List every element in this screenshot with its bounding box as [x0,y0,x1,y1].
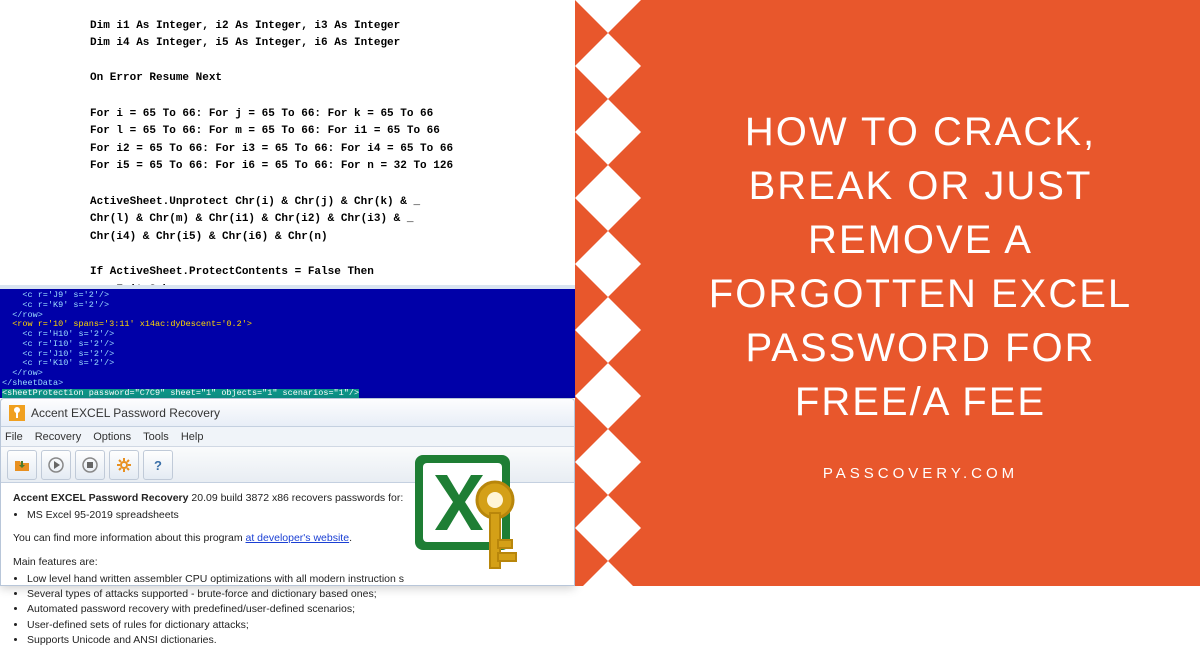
xml-line: </row> [2,368,43,378]
excel-key-icon [395,430,545,580]
code-line: On Error Resume Next [90,72,222,84]
right-column: HOW TO CRACK, BREAK OR JUST REMOVE A FOR… [575,0,1200,586]
hero-panel: HOW TO CRACK, BREAK OR JUST REMOVE A FOR… [641,0,1200,586]
feature-item: Automated password recovery with predefi… [27,602,562,617]
xml-line: </row> [2,310,43,320]
xml-line: <c r='K10' s='2'/> [2,358,114,368]
settings-button[interactable] [109,450,139,480]
hero-title: HOW TO CRACK, BREAK OR JUST REMOVE A FOR… [691,105,1150,429]
feature-item: Supports Unicode and ANSI dictionaries. [27,633,562,648]
xml-line: <c r='K9' s='2'/> [2,300,109,310]
xml-line: <c r='J9' s='2'/> [2,290,109,300]
menu-options[interactable]: Options [93,431,131,443]
feature-item: Several types of attacks supported - bru… [27,587,562,602]
left-column: Dim i1 As Integer, i2 As Integer, i3 As … [0,0,575,586]
stop-button[interactable] [75,450,105,480]
xml-line: <c r='H10' s='2'/> [2,329,114,339]
window-title: Accent EXCEL Password Recovery [31,406,220,420]
code-line: For i = 65 To 66: For j = 65 To 66: For … [90,108,433,120]
menu-file[interactable]: File [5,431,23,443]
info-suffix: . [349,532,352,544]
heading-suffix: 20.09 build 3872 x86 recovers passwords … [188,492,403,504]
code-line: Chr(i4) & Chr(i5) & Chr(i6) & Chr(n) [90,231,328,243]
svg-text:?: ? [154,458,162,473]
code-line: For i2 = 65 To 66: For i3 = 65 To 66: Fo… [90,143,453,155]
code-line: Dim i4 As Integer, i5 As Integer, i6 As … [90,37,400,49]
code-line: For l = 65 To 66: For m = 65 To 66: For … [90,125,440,137]
titlebar[interactable]: Accent EXCEL Password Recovery [1,399,574,427]
code-line: ActiveSheet.Unprotect Chr(i) & Chr(j) & … [90,196,420,208]
play-button[interactable] [41,450,71,480]
code-line: For i5 = 65 To 66: For i6 = 65 To 66: Fo… [90,160,453,172]
menu-tools[interactable]: Tools [143,431,169,443]
open-button[interactable] [7,450,37,480]
code-line: Exit Sub [90,284,169,286]
info-prefix: You can find more information about this… [13,532,246,544]
xml-line: </sheetData> [2,378,63,388]
feature-item: User-defined sets of rules for dictionar… [27,618,562,633]
product-name: Accent EXCEL Password Recovery [13,492,188,504]
code-line: Chr(l) & Chr(m) & Chr(i1) & Chr(i2) & Ch… [90,213,413,225]
developer-link[interactable]: at developer's website [246,532,350,544]
xml-line: <c r='J10' s='2'/> [2,349,114,359]
app-icon [9,405,25,421]
menu-recovery[interactable]: Recovery [35,431,81,443]
features-list: Low level hand written assembler CPU opt… [13,572,562,648]
help-button[interactable]: ? [143,450,173,480]
vba-code-block: Dim i1 As Integer, i2 As Integer, i3 As … [0,0,575,285]
hero-brand: PASSCOVERY.COM [823,465,1018,482]
code-line: Dim i1 As Integer, i2 As Integer, i3 As … [90,20,400,32]
triangle-pattern [575,0,641,586]
xml-line: <row r='10' spans='3:11' x14ac:dyDescent… [2,319,252,329]
code-line: If ActiveSheet.ProtectContents = False T… [90,266,374,278]
xml-editor: <c r='J9' s='2'/> <c r='K9' s='2'/> </ro… [0,285,575,398]
menu-help[interactable]: Help [181,431,204,443]
xml-line: <c r='I10' s='2'/> [2,339,114,349]
